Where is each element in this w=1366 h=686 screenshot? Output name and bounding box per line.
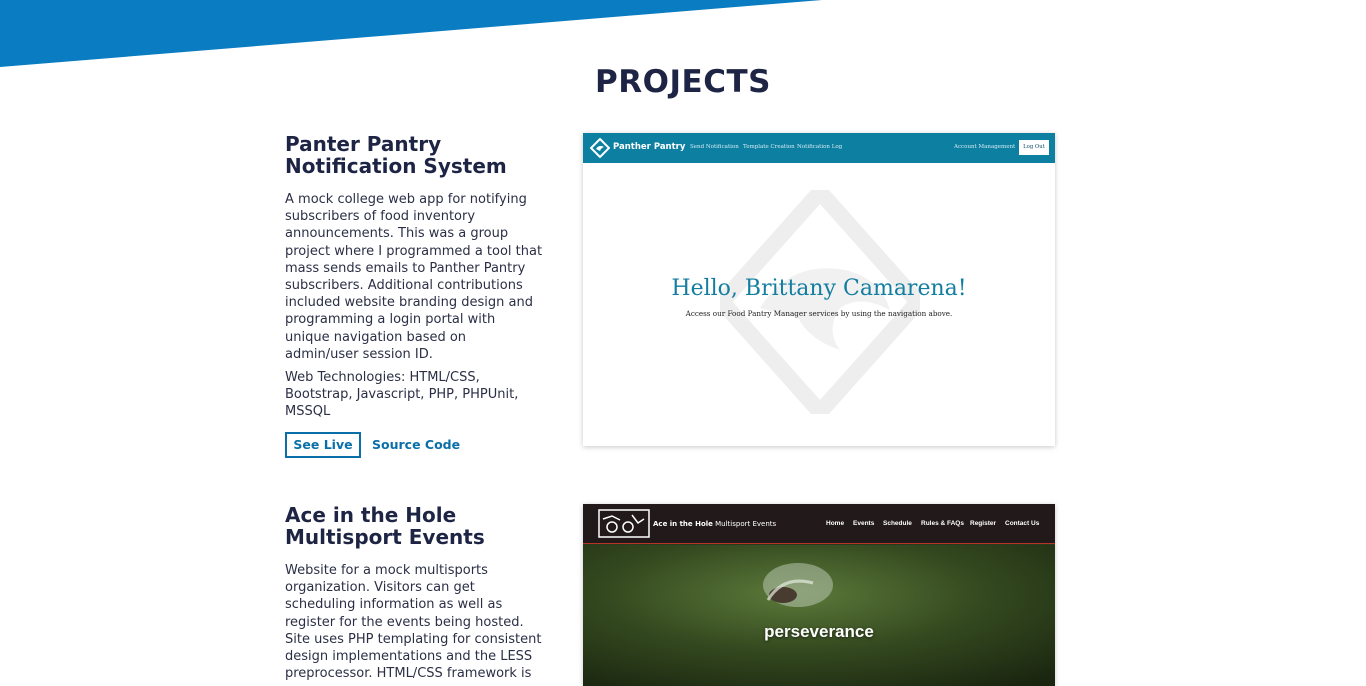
screenshot-nav-contact-us: Contact Us (1005, 520, 1040, 527)
screenshot-navbar: Panther Pantry Send Notification Templat… (583, 133, 1055, 163)
screenshot-brand-rest: Multisport Events (712, 520, 777, 528)
screenshot-nav-template-creation: Template Creation (743, 144, 795, 150)
panther-watermark-icon (720, 190, 920, 414)
source-code-link[interactable]: Source Code (372, 437, 460, 452)
project-actions: See Live Source Code (285, 431, 543, 458)
project-title: Panter Pantry Notification System (285, 132, 507, 178)
project-screenshot[interactable]: Ace in the Hole Multisport Events Home E… (583, 504, 1055, 686)
project-title: Ace in the Hole Multisport Events (285, 503, 485, 549)
project-technologies: Web Technologies: HTML/CSS, Bootstrap, J… (285, 370, 519, 420)
project-info: Panter Pantry Notification System A mock… (285, 133, 543, 458)
see-live-button[interactable]: See Live (285, 431, 361, 458)
screenshot-logout-button: Log Out (1019, 140, 1049, 155)
screenshot-nav-schedule: Schedule (883, 520, 912, 527)
screenshot-tagline: perseverance (764, 622, 874, 641)
screenshot-nav-account-management: Account Management (954, 144, 1016, 150)
swimmer-hero-image (583, 545, 1055, 686)
screenshot-greeting: Hello, Brittany Camarena! (671, 276, 967, 301)
screenshot-nav-home: Home (826, 520, 845, 527)
project-screenshot[interactable]: Panther Pantry Send Notification Templat… (583, 133, 1055, 446)
screenshot-nav-notification-log: Notification Log (797, 144, 843, 150)
screenshot-nav-events: Events (853, 520, 875, 527)
project-info: Ace in the Hole Multisport Events Websit… (285, 504, 543, 682)
section-title: PROJECTS (595, 64, 771, 100)
project-description: A mock college web app for notifying sub… (285, 192, 543, 362)
screenshot-subtext: Access our Food Pantry Manager services … (685, 309, 953, 318)
screenshot-brand: Panther Pantry (613, 142, 686, 152)
multisport-logo-icon (598, 509, 650, 538)
header-banner (0, 0, 822, 67)
screenshot-nav-register: Register (970, 520, 997, 527)
screenshot-nav-rules-faqs: Rules & FAQs (921, 520, 964, 527)
panther-logo-icon (590, 138, 610, 158)
screenshot-brand-bold: Ace in the Hole (653, 520, 713, 528)
project-description: Website for a mock multisports organizat… (285, 563, 542, 682)
screenshot-brand: Ace in the Hole Multisport Events (653, 520, 776, 528)
screenshot-navbar: Ace in the Hole Multisport Events Home E… (583, 504, 1055, 544)
screenshot-nav-send-notification: Send Notification (690, 144, 739, 150)
